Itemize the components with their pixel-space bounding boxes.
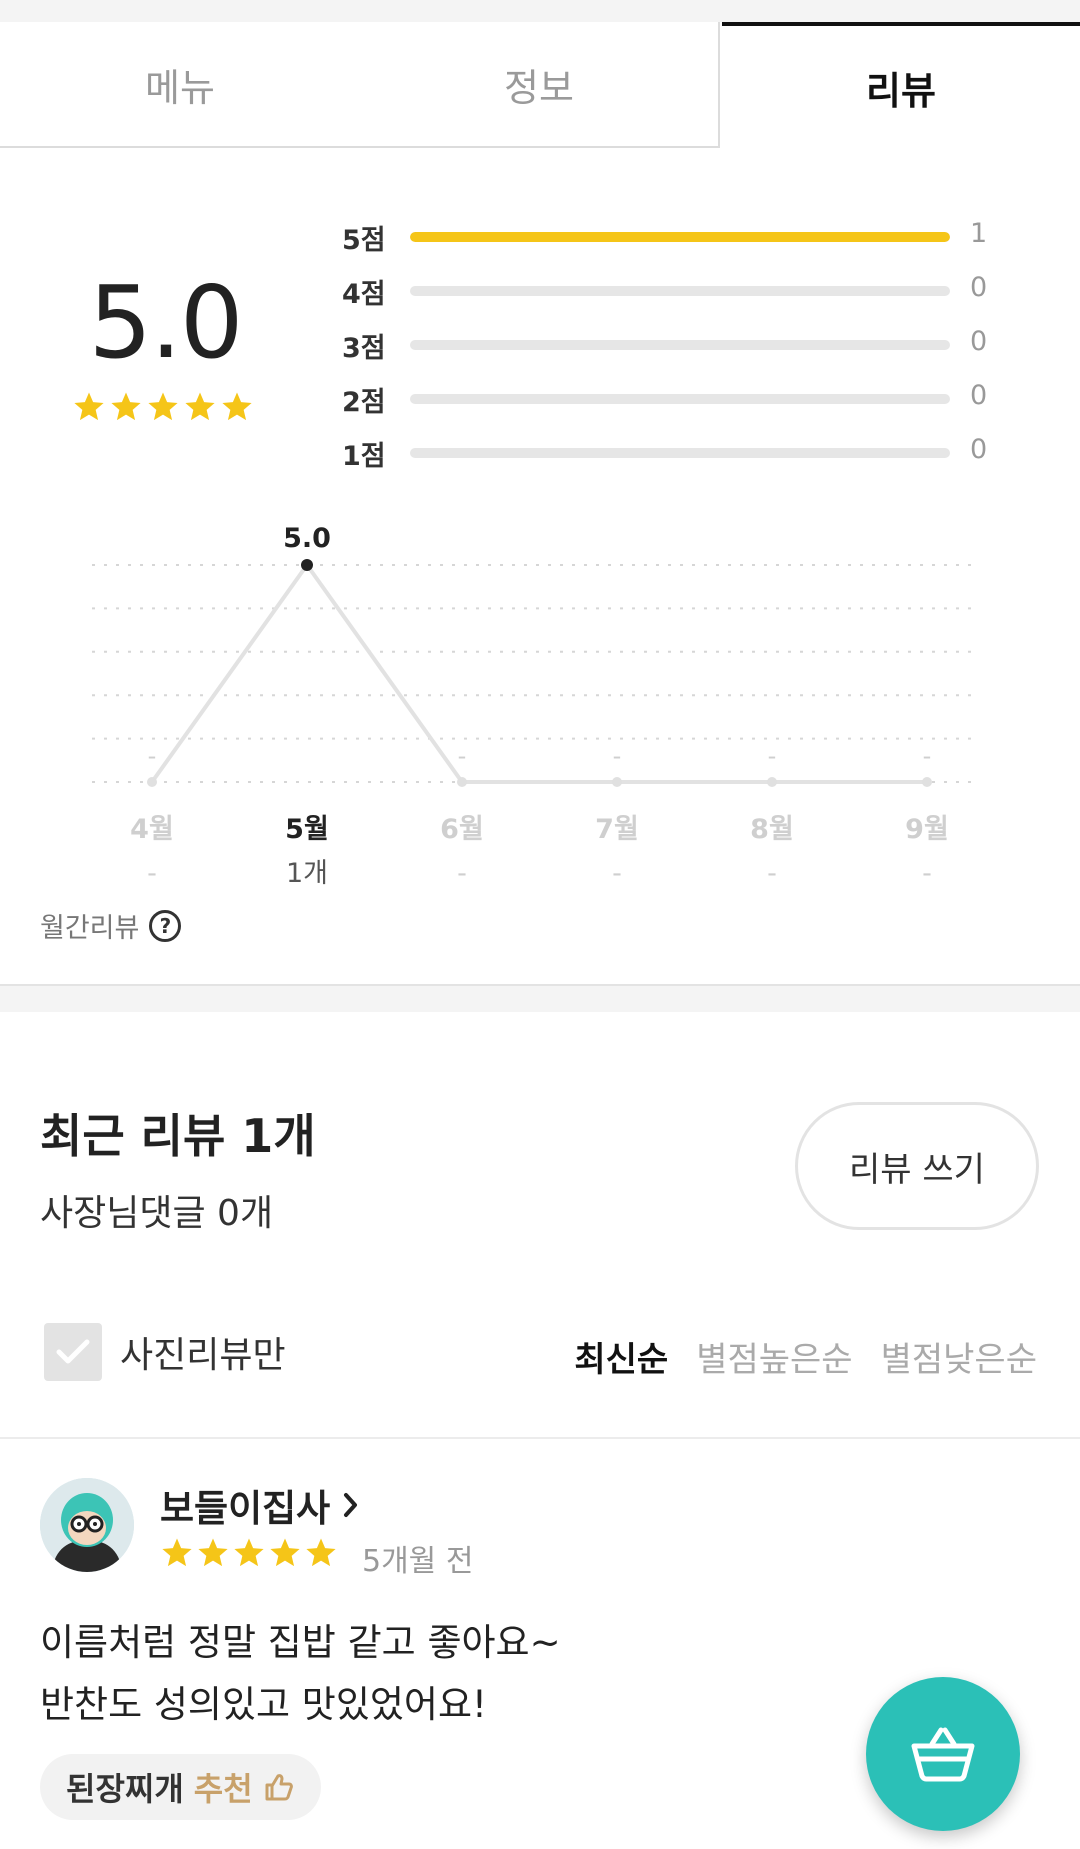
recommend-label: 추천 xyxy=(193,1770,253,1808)
distribution-label: 5점 xyxy=(342,225,386,256)
star-icon xyxy=(234,1538,264,1567)
month-tick-label: 8월 xyxy=(750,814,794,845)
month-count-label: 1개 xyxy=(286,858,328,889)
tab-bar: 메뉴 정보 리뷰 xyxy=(0,22,1080,148)
check-icon xyxy=(56,1339,90,1364)
monthly-chart-svg: - 4월 - 5.0 5월 1개 - 6월 - - 7월 - - 8월 - - 9월 - xyxy=(92,523,980,889)
thumbs-up-icon xyxy=(265,1774,293,1801)
avatar-image xyxy=(40,1478,134,1572)
data-label: - xyxy=(613,742,622,770)
list-divider xyxy=(0,1437,1080,1439)
star-icon xyxy=(148,392,178,421)
distribution-count: 0 xyxy=(970,434,988,465)
sort-options: 최신순 별점높은순 별점낮은순 xyxy=(574,1332,1037,1381)
star-icon xyxy=(222,392,252,421)
star-icon xyxy=(306,1538,336,1567)
reviewer-name-text: 보들이집사 xyxy=(160,1487,331,1530)
rating-distribution: 5점 1 4점 0 3점 0 2점 0 1점 0 xyxy=(342,216,1002,486)
star-icon xyxy=(74,392,104,421)
data-point xyxy=(457,777,467,787)
month-tick-label: 7월 xyxy=(595,814,639,845)
distribution-bar-fill xyxy=(410,232,950,242)
distribution-bar xyxy=(410,448,950,458)
star-icon xyxy=(185,392,215,421)
star-icon xyxy=(198,1538,228,1567)
month-tick-label: 4월 xyxy=(130,814,174,845)
cart-button[interactable] xyxy=(866,1677,1020,1831)
series-line xyxy=(150,563,927,784)
month-tick-label: 9월 xyxy=(905,814,949,845)
help-icon[interactable]: ? xyxy=(149,909,182,942)
photo-only-label: 사진리뷰만 xyxy=(120,1335,286,1376)
month-count-label: - xyxy=(612,858,622,889)
distribution-count: 0 xyxy=(970,380,988,411)
data-point xyxy=(612,777,622,787)
month-count-label: - xyxy=(767,858,777,889)
average-stars xyxy=(72,390,254,424)
review-time: 5개월 전 xyxy=(362,1544,474,1579)
distribution-count: 1 xyxy=(970,218,988,249)
basket-icon xyxy=(911,1727,975,1782)
distribution-label: 3점 xyxy=(342,333,386,364)
monthly-review-chart: - 4월 - 5.0 5월 1개 - 6월 - - 7월 - - 8월 - - 9월 - xyxy=(0,510,1080,900)
distribution-bar xyxy=(410,232,950,242)
average-rating: 5.0 xyxy=(88,264,243,381)
month-count-label: - xyxy=(922,858,932,889)
tab-menu[interactable]: 메뉴 xyxy=(0,22,360,148)
sort-rating-low[interactable]: 별점낮은순 xyxy=(881,1332,1037,1381)
month-tick-label: 6월 xyxy=(440,814,484,845)
star-icon xyxy=(111,392,141,421)
star-icon xyxy=(162,1538,192,1567)
distribution-row-3: 3점 0 xyxy=(342,324,1002,378)
review-text: 이름처럼 정말 집밥 같고 좋아요~ 반찬도 성의있고 맛있었어요! xyxy=(40,1621,561,1726)
tab-info[interactable]: 정보 xyxy=(360,22,720,148)
distribution-count: 0 xyxy=(970,272,988,303)
distribution-bar xyxy=(410,340,950,350)
month-count-label: - xyxy=(457,858,467,889)
data-point xyxy=(301,559,313,571)
distribution-bar xyxy=(410,394,950,404)
distribution-row-2: 2점 0 xyxy=(342,378,1002,432)
photo-review-filter[interactable]: 사진리뷰만 xyxy=(44,1323,286,1381)
distribution-row-5: 5점 1 xyxy=(342,216,1002,270)
top-strip xyxy=(0,0,1080,22)
reviewer-name[interactable]: 보들이집사 xyxy=(160,1478,360,1532)
data-point xyxy=(767,777,777,787)
tab-reviews[interactable]: 리뷰 xyxy=(722,22,1080,148)
data-point xyxy=(147,777,157,787)
review-stars xyxy=(160,1536,338,1570)
data-label: 5.0 xyxy=(283,523,331,554)
distribution-row-4: 4점 0 xyxy=(342,270,1002,324)
photo-only-checkbox[interactable] xyxy=(44,1323,102,1381)
sort-latest[interactable]: 최신순 xyxy=(574,1332,668,1381)
distribution-label: 2점 xyxy=(342,387,386,418)
monthly-review-text: 월간리뷰 xyxy=(40,913,140,944)
month-count-label: - xyxy=(147,858,157,889)
data-point xyxy=(922,777,932,787)
monthly-review-label: 월간리뷰 ? xyxy=(40,906,182,945)
recommended-menu-chip: 된장찌개 추천 xyxy=(40,1754,321,1820)
distribution-count: 0 xyxy=(970,326,988,357)
star-icon xyxy=(270,1538,300,1567)
data-label: - xyxy=(458,742,467,770)
recommended-dish: 된장찌개 xyxy=(66,1770,184,1808)
recent-reviews-title: 최근 리뷰 1개 xyxy=(40,1109,316,1163)
chevron-right-icon xyxy=(344,1493,358,1517)
write-review-button[interactable]: 리뷰 쓰기 xyxy=(795,1102,1039,1230)
month-tick-label: 5월 xyxy=(285,814,329,845)
data-label: - xyxy=(923,742,932,770)
data-label: - xyxy=(768,742,777,770)
distribution-row-1: 1점 0 xyxy=(342,432,1002,486)
distribution-bar xyxy=(410,286,950,296)
data-label: - xyxy=(148,742,157,770)
sort-rating-high[interactable]: 별점높은순 xyxy=(696,1332,852,1381)
distribution-label: 4점 xyxy=(342,279,386,310)
distribution-label: 1점 xyxy=(342,441,386,472)
section-separator xyxy=(0,984,1080,1012)
avatar[interactable] xyxy=(40,1478,134,1572)
owner-replies-count: 사장님댓글 0개 xyxy=(40,1193,274,1234)
